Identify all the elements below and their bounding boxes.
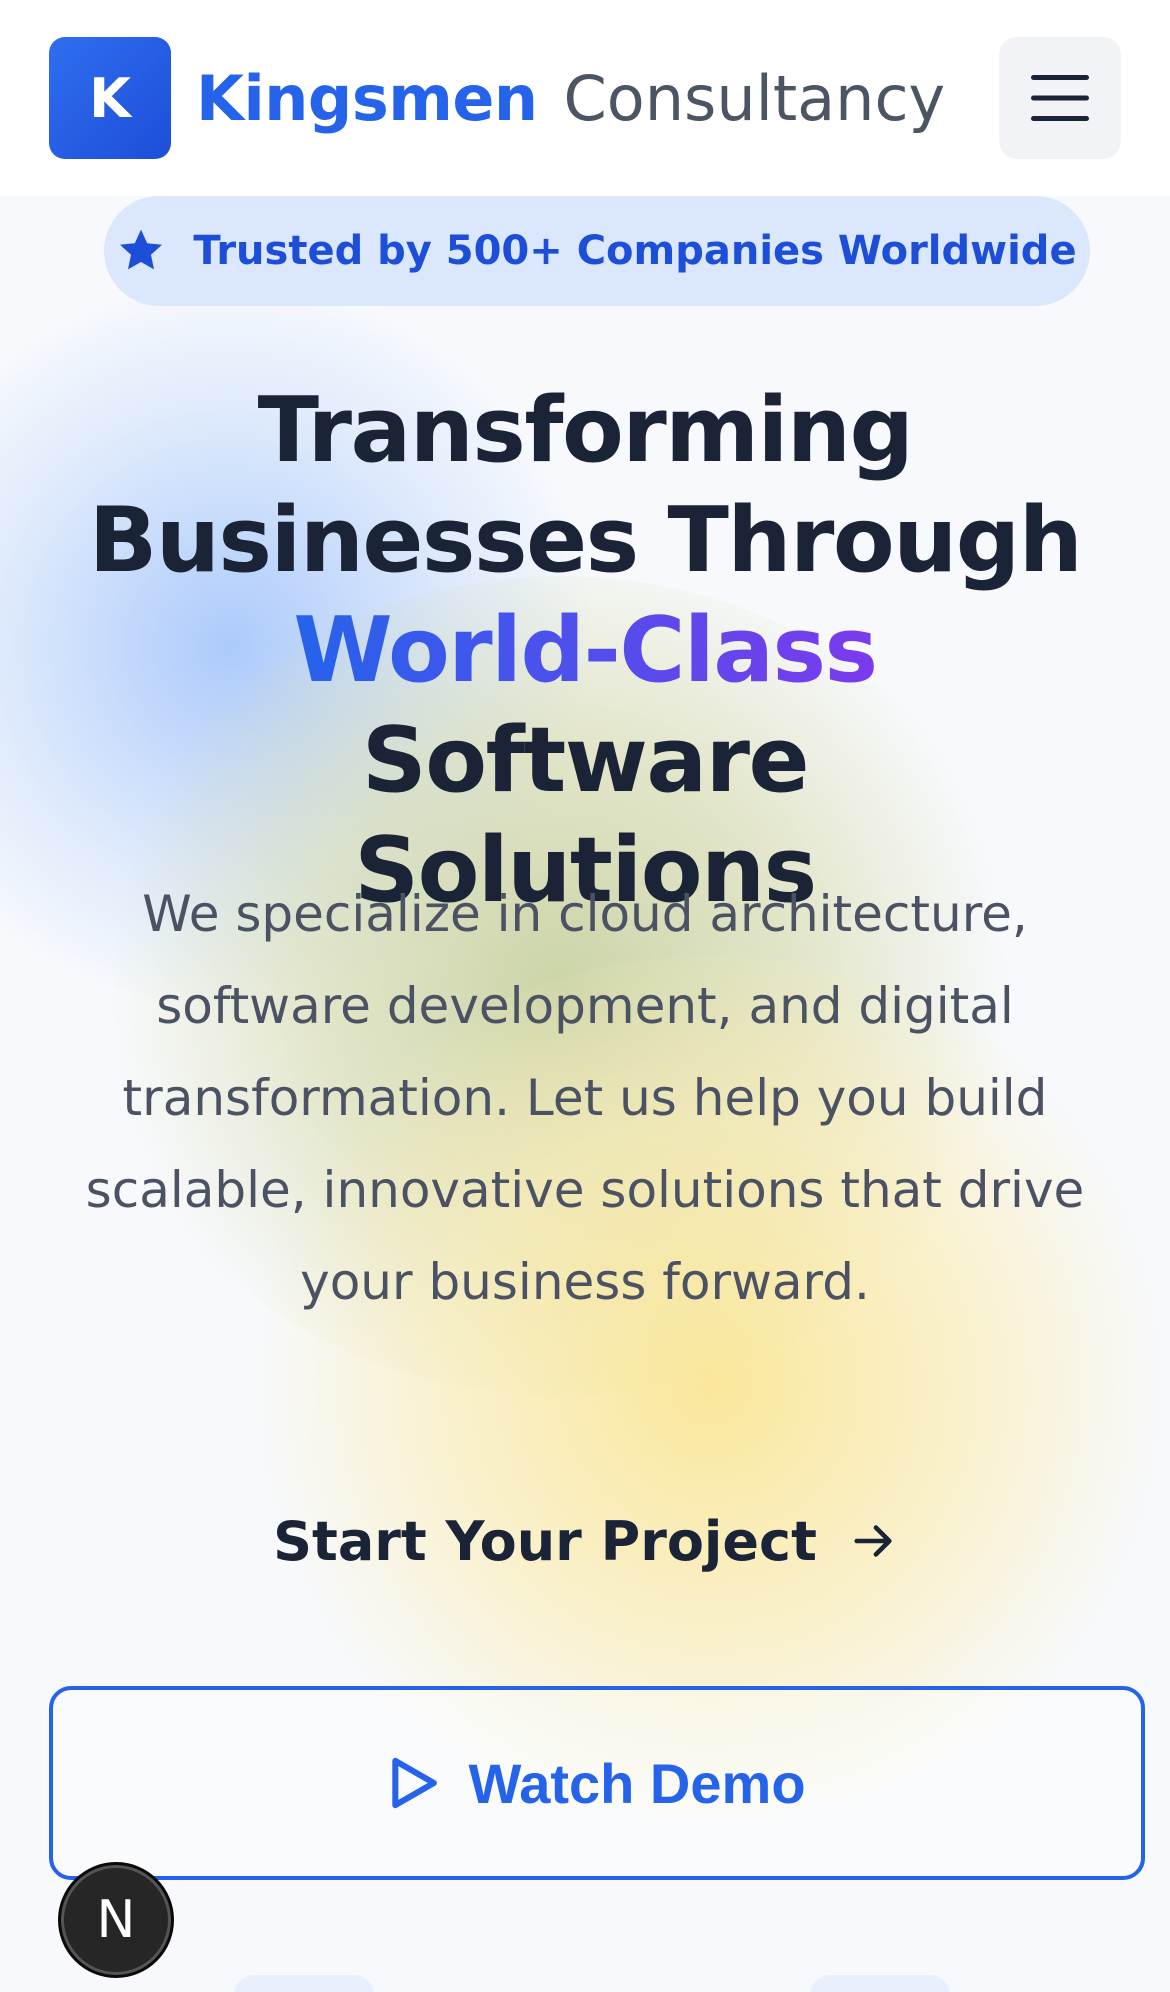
logo[interactable]: K — [49, 37, 171, 159]
watch-demo-label: Watch Demo — [468, 1751, 806, 1815]
start-project-button[interactable]: Start Your Project — [0, 1496, 1170, 1586]
hamburger-menu-icon — [1031, 75, 1089, 121]
headline-line-3: Software — [361, 708, 810, 813]
headline-line-1: Transforming — [257, 378, 914, 483]
watch-demo-button[interactable]: Watch Demo — [49, 1686, 1145, 1880]
start-project-label: Start Your Project — [273, 1509, 817, 1573]
hero-headline: Transforming Businesses Through World-Cl… — [60, 376, 1110, 926]
brand-primary: Kingsmen — [196, 61, 538, 135]
hero-description: We specialize in cloud architecture, sof… — [85, 885, 1085, 1311]
n-badge-letter: N — [96, 1890, 136, 1950]
next-section-card — [234, 1975, 374, 1992]
site-header: K Kingsmen Consultancy — [0, 0, 1170, 196]
arrow-right-icon — [854, 1525, 892, 1557]
floating-n-badge[interactable]: N — [58, 1862, 174, 1978]
trust-badge: Trusted by 500+ Companies Worldwide — [104, 196, 1090, 306]
play-icon — [392, 1757, 438, 1809]
brand-secondary: Consultancy — [563, 61, 946, 135]
next-section-card — [810, 1975, 950, 1992]
star-icon — [120, 229, 163, 270]
page: K Kingsmen Consultancy Trusted by 500+ C… — [0, 0, 1170, 1992]
headline-line-2: Businesses Through — [88, 488, 1083, 593]
brand-name[interactable]: Kingsmen Consultancy — [196, 51, 945, 145]
menu-button[interactable] — [999, 37, 1121, 159]
trust-badge-text: Trusted by 500+ Companies Worldwide — [193, 228, 1077, 274]
headline-highlight: World-Class — [293, 598, 878, 703]
logo-letter: K — [89, 66, 131, 130]
